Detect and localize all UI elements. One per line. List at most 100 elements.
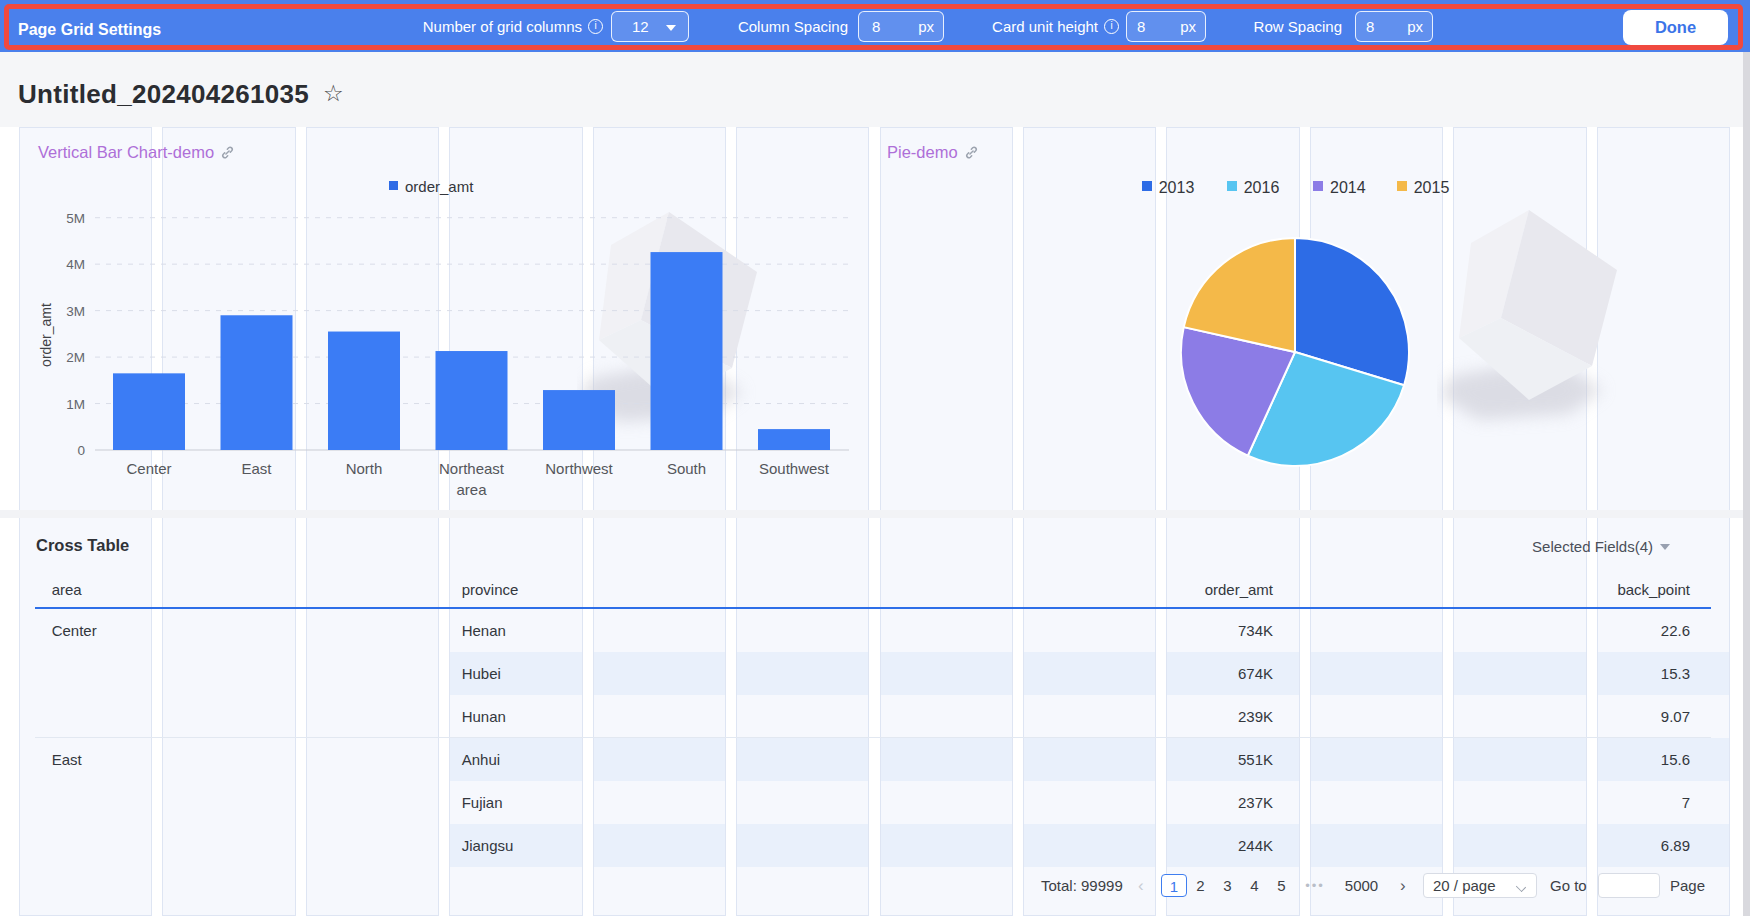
bar	[543, 390, 615, 450]
pie-card-title[interactable]: Pie-demo	[887, 143, 979, 162]
pagination-total: Total: 99999	[1041, 874, 1123, 897]
page-grid-settings-screen: Page Grid Settings Number of grid column…	[0, 0, 1750, 916]
page-button-last[interactable]: 5000	[1331, 874, 1392, 897]
table-row-stripe	[881, 824, 1012, 867]
table-row-stripe	[881, 652, 1012, 695]
svg-text:0: 0	[77, 443, 85, 458]
svg-text:order_amt: order_amt	[38, 303, 54, 367]
row-spacing-gap	[0, 510, 1743, 518]
page-title: Untitled_202404261035 ☆	[18, 79, 344, 110]
bar-card-title[interactable]: Vertical Bar Chart-demo	[38, 143, 235, 162]
table-cell: Hubei	[462, 652, 501, 695]
pie-legend-item[interactable]: 2014	[1313, 179, 1366, 199]
pagination-ellipsis[interactable]: •••	[1300, 874, 1330, 897]
table-row-stripe	[594, 738, 725, 781]
caret-down-icon	[1660, 544, 1670, 550]
table-cell: 9.07	[1470, 695, 1690, 738]
selected-fields-label: Selected Fields(4)	[1532, 538, 1653, 555]
table-cell: 7	[1470, 781, 1690, 824]
legend-swatch	[1142, 181, 1152, 191]
table-cell: 15.6	[1470, 738, 1690, 781]
bar-legend[interactable]: order_amt	[389, 178, 473, 198]
row-spacing-input[interactable]: 8 px	[1355, 11, 1433, 42]
page-button[interactable]: 5	[1270, 874, 1294, 897]
row-spacing-value: 8	[1366, 18, 1374, 35]
table-cell: 239K	[1053, 695, 1273, 738]
link-icon	[964, 145, 979, 160]
table-cell: 22.6	[1470, 609, 1690, 652]
table-row-stripe	[1311, 824, 1442, 867]
table-row-stripe	[594, 652, 725, 695]
goto-page-input[interactable]	[1598, 873, 1660, 898]
cross-table-title: Cross Table	[36, 536, 129, 555]
x-tick-label: Northwest	[545, 460, 613, 477]
x-tick-label: North	[346, 460, 383, 477]
legend-label: 2015	[1414, 179, 1450, 196]
column-spacing-label: Column Spacing	[588, 11, 848, 42]
selected-fields-dropdown[interactable]: Selected Fields(4)	[1440, 538, 1670, 555]
table-row-stripe	[737, 738, 868, 781]
x-tick-label: Southwest	[759, 460, 830, 477]
table-cell: East	[52, 738, 82, 781]
goto-label: Go to	[1550, 874, 1587, 897]
pie-legend-item[interactable]: 2013	[1142, 179, 1195, 199]
bar-card-title-text: Vertical Bar Chart-demo	[38, 143, 214, 161]
table-row-stripe	[737, 824, 868, 867]
table-cell: 15.3	[1470, 652, 1690, 695]
favorite-star-icon[interactable]: ☆	[323, 80, 344, 106]
table-row-stripe	[594, 824, 725, 867]
x-tick-label: East	[241, 460, 272, 477]
table-row-stripe	[737, 652, 868, 695]
table-row-stripe	[1311, 738, 1442, 781]
svg-text:4M: 4M	[66, 257, 85, 272]
done-button[interactable]: Done	[1623, 10, 1728, 45]
next-page-icon[interactable]: ›	[1400, 874, 1406, 897]
table-header-underline	[35, 607, 1711, 609]
bar	[758, 429, 830, 450]
x-tick-label: Northeastarea	[439, 460, 505, 498]
table-cell: Hunan	[462, 695, 506, 738]
svg-text:3M: 3M	[66, 304, 85, 319]
table-row-stripe	[1311, 652, 1442, 695]
grid-columns-label: Number of grid columns	[322, 11, 582, 42]
table-row-stripe	[881, 738, 1012, 781]
legend-label: 2016	[1244, 179, 1280, 196]
link-icon	[220, 145, 235, 160]
svg-text:1M: 1M	[66, 397, 85, 412]
legend-label: 2013	[1159, 179, 1195, 196]
page-button-current[interactable]: 1	[1161, 874, 1187, 897]
legend-swatch	[1397, 181, 1407, 191]
prev-page-icon[interactable]: ‹	[1138, 874, 1144, 897]
svg-text:2M: 2M	[66, 350, 85, 365]
pie-legend-item[interactable]: 2016	[1227, 179, 1280, 199]
grid-column	[880, 127, 1013, 916]
table-cell: Fujian	[462, 781, 503, 824]
x-tick-label: Center	[126, 460, 171, 477]
pie-legend-item[interactable]: 2015	[1397, 179, 1450, 199]
page-button[interactable]: 3	[1216, 874, 1240, 897]
page-size-value: 20 / page	[1433, 877, 1496, 894]
card-unit-height-label: Card unit height	[838, 11, 1098, 42]
table-cell: 734K	[1053, 609, 1273, 652]
bar	[651, 252, 723, 450]
chevron-down-icon	[1516, 881, 1526, 891]
table-cell: Center	[52, 609, 97, 652]
panel-title: Page Grid Settings	[18, 15, 161, 45]
table-cell: 674K	[1053, 652, 1273, 695]
legend-swatch	[389, 181, 398, 190]
row-spacing-label: Row Spacing	[1082, 11, 1342, 42]
page-grid-settings-bar: Page Grid Settings Number of grid column…	[0, 0, 1750, 52]
page-size-select[interactable]: 20 / page	[1423, 873, 1537, 898]
row-spacing-unit: px	[1407, 12, 1423, 41]
bar	[113, 373, 185, 450]
page-button[interactable]: 4	[1243, 874, 1267, 897]
legend-label: 2014	[1330, 179, 1366, 196]
column-header-province: province	[462, 582, 519, 597]
pie-chart[interactable]	[1179, 236, 1411, 468]
vertical-scrollbar[interactable]	[1743, 52, 1750, 916]
legend-swatch	[1227, 181, 1237, 191]
page-title-text: Untitled_202404261035	[18, 79, 309, 109]
page-button[interactable]: 2	[1189, 874, 1213, 897]
table-cell: Anhui	[462, 738, 500, 781]
cube-watermark	[1437, 208, 1647, 438]
